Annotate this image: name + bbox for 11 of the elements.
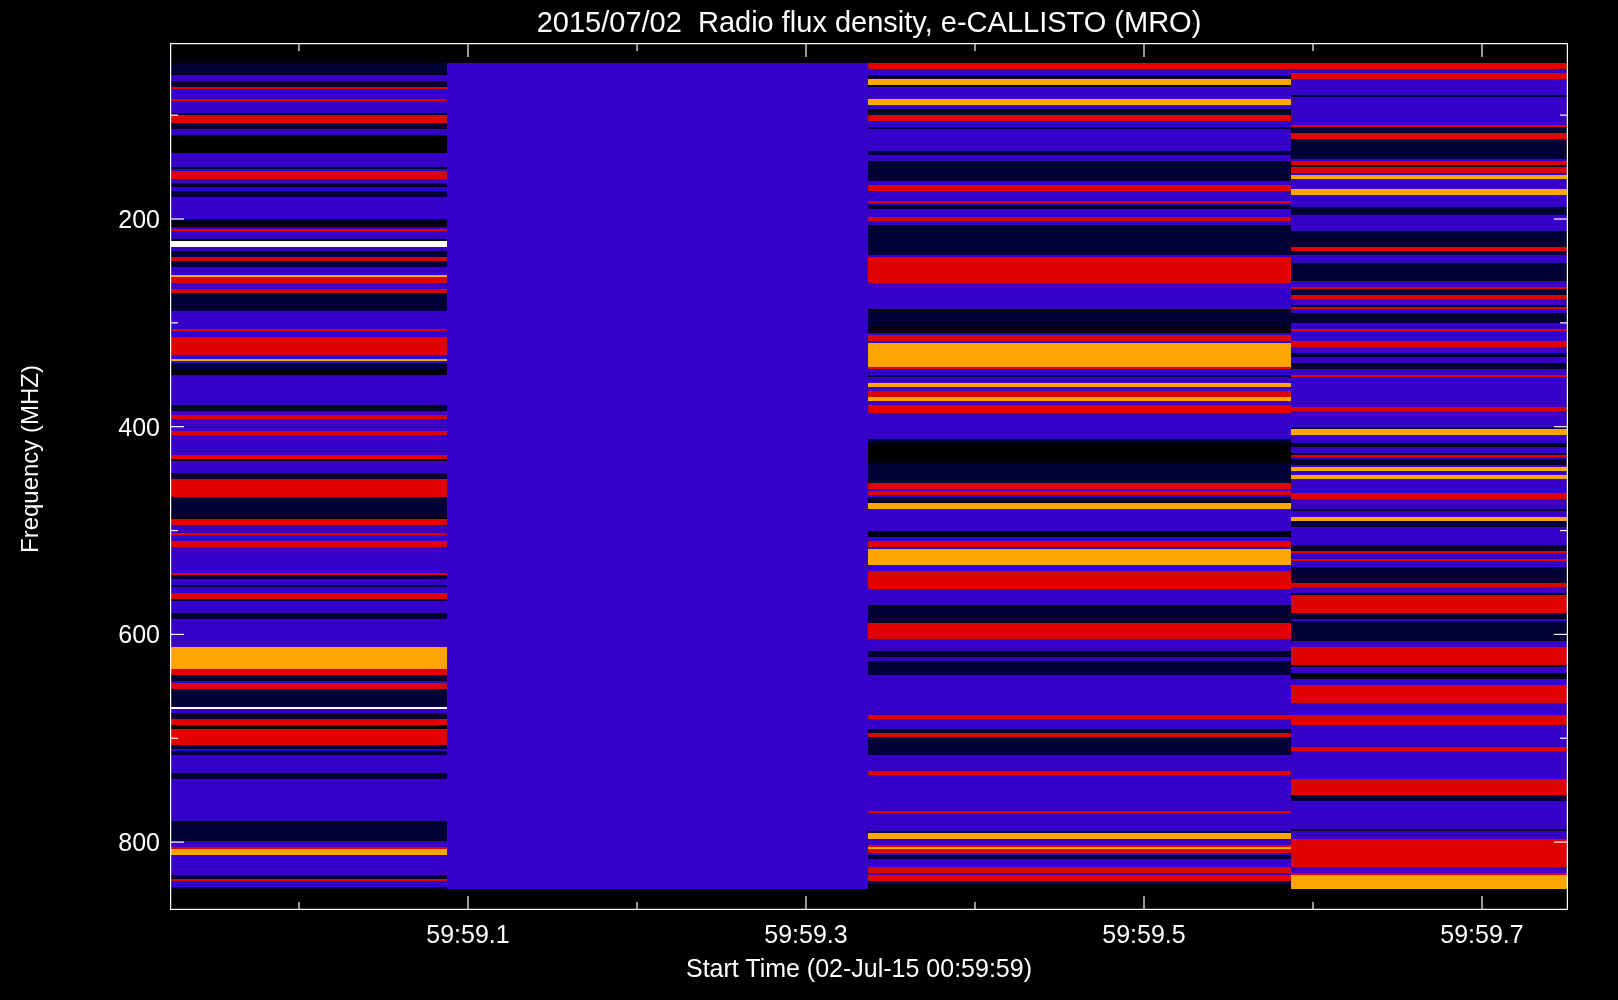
x-tick-label: 59:59.1 bbox=[426, 920, 510, 949]
y-tick-label: 200 bbox=[118, 204, 160, 234]
y-tick-label: 600 bbox=[118, 619, 160, 649]
x-axis-label: Start Time (02-Jul-15 00:59:59) bbox=[686, 954, 1032, 982]
y-tick-label: 800 bbox=[118, 827, 160, 857]
x-tick-label: 59:59.7 bbox=[1440, 920, 1524, 949]
x-tick-label: 59:59.5 bbox=[1102, 920, 1186, 949]
y-tick-label: 400 bbox=[118, 412, 160, 442]
y-axis-label: Frequency (MHZ) bbox=[16, 365, 44, 554]
x-tick-label: 59:59.3 bbox=[764, 920, 848, 949]
chart-title: 2015/07/02 Radio flux density, e-CALLISTO (MRO) bbox=[535, 5, 1203, 40]
